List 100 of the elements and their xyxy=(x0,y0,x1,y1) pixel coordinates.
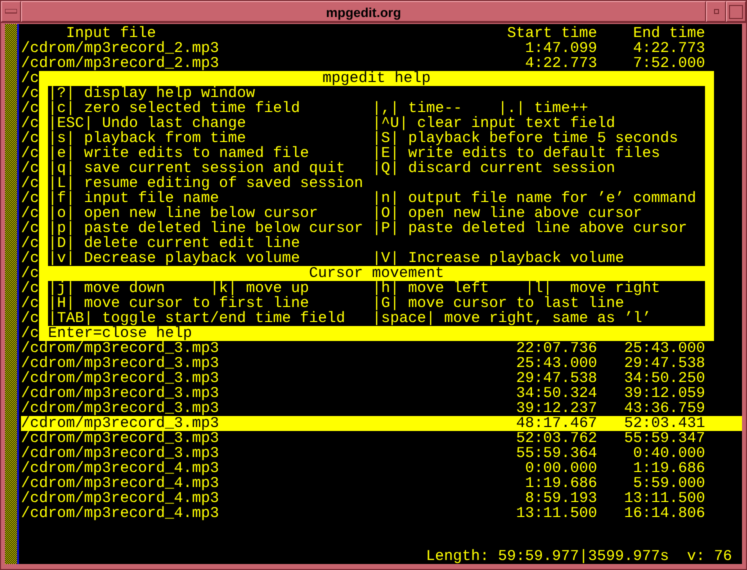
start-time: 8:59.193 xyxy=(525,490,598,507)
start-time: 29:47.538 xyxy=(516,370,598,387)
window-title: mpgedit.org xyxy=(21,1,706,22)
file-row[interactable]: /cdrom/mp3record_4.mp3 8:59.193 13:11.500 xyxy=(21,491,742,506)
file-name: /c xyxy=(21,326,40,341)
file-name: /cdrom/mp3record_3.mp3 xyxy=(21,445,220,462)
shortcut-text: |E| write edits to default files xyxy=(372,146,660,161)
end-time: 34:50.250 xyxy=(624,370,706,387)
start-time: 52:03.762 xyxy=(516,430,598,447)
file-name: /cdrom/mp3record_3.mp3 xyxy=(21,355,220,372)
file-row[interactable]: /cdrom/mp3record_3.mp3 25:43.000 29:47.538 xyxy=(21,356,742,371)
file-row[interactable]: /cdrom/mp3record_2.mp3 4:22.773 7:52.000 xyxy=(21,56,742,71)
maximize-icon xyxy=(729,4,743,18)
end-time: 7:52.000 xyxy=(633,55,706,72)
start-time: 0:00.000 xyxy=(525,460,598,477)
file-name: /c xyxy=(21,131,40,146)
start-time: 39:12.237 xyxy=(516,400,598,417)
file-name: /c xyxy=(21,101,40,116)
file-name: /cdrom/mp3record_4.mp3 xyxy=(21,505,220,522)
shortcut-text: |^U| clear input text field xyxy=(372,116,616,131)
file-row[interactable]: /cdrom/mp3record_3.mp3 52:03.762 55:59.347 xyxy=(21,431,742,446)
start-time: 4:22.773 xyxy=(525,55,598,72)
file-name: /c xyxy=(21,221,40,236)
file-row[interactable]: /cdrom/mp3record_3.mp3 22:07.736 25:43.000 xyxy=(21,341,742,356)
file-name: /cdrom/mp3record_3.mp3 xyxy=(21,400,220,417)
file-name: /c xyxy=(21,146,40,161)
start-time: 22:07.736 xyxy=(516,340,598,357)
status-text: Length: 59:59.977|3599.977s v: 76 xyxy=(426,549,732,564)
shortcut-text: |p| paste deleted line below cursor xyxy=(48,220,364,237)
maximize-button[interactable] xyxy=(726,1,746,22)
end-time: 29:47.538 xyxy=(624,355,706,372)
file-name: /cdrom/mp3record_4.mp3 xyxy=(21,460,220,477)
start-time: 48:17.467 xyxy=(516,415,598,432)
file-name: /cdrom/mp3record_2.mp3 xyxy=(21,55,220,72)
file-row[interactable]: /cdrom/mp3record_4.mp3 1:19.686 5:59.000 xyxy=(21,476,742,491)
column-header: Input file xyxy=(66,25,156,42)
window-menu-button[interactable] xyxy=(1,1,21,22)
start-time: 34:50.324 xyxy=(516,385,598,402)
shortcut-text: |S| playback before time 5 seconds xyxy=(372,131,678,146)
shortcut-text: |O| open new line above cursor xyxy=(372,206,642,221)
file-name: /c xyxy=(21,116,40,131)
file-name: /cdrom/mp3record_3.mp3 xyxy=(21,340,220,357)
file-name: /cdrom/mp3record_3.mp3 xyxy=(21,385,220,402)
column-header: Start time xyxy=(507,26,598,41)
shortcut-text: |L| resume editing of saved session xyxy=(48,175,364,192)
file-row[interactable]: /cdrom/mp3record_2.mp3 1:47.099 4:22.773 xyxy=(21,41,742,56)
shortcut-text: |q| save current session and quit xyxy=(48,160,346,177)
start-time: 1:47.099 xyxy=(525,40,598,57)
section-title: Cursor movement xyxy=(308,266,446,281)
shortcut-text: |f| input file name xyxy=(48,190,220,207)
selected-row[interactable]: /cdrom/mp3record_3.mp3 48:17.467 52:03.431 xyxy=(21,416,742,431)
shortcut-text: |o| open new line below cursor xyxy=(48,205,318,222)
dialog-title: mpgedit help xyxy=(322,71,432,86)
file-row[interactable]: /cdrom/mp3record_4.mp3 0:00.000 1:19.686 xyxy=(21,461,742,476)
shortcut-text: |e| write edits to named file xyxy=(48,145,310,162)
dialog-footer: Enter=close help xyxy=(48,326,706,341)
shortcut-text: |h| move left |l| move right xyxy=(372,281,660,296)
shortcut-text: |Q| discard current session xyxy=(372,161,616,176)
shortcut-text: |ESC| Undo last change xyxy=(48,115,246,132)
shortcut-text: |space| move right, same as ’l’ xyxy=(372,311,652,326)
file-name: /c xyxy=(21,236,40,251)
shortcut-text: |?| display help window xyxy=(48,85,256,102)
end-time: 43:36.759 xyxy=(624,400,706,417)
end-time: 25:43.000 xyxy=(624,340,706,357)
file-name: /c xyxy=(21,266,40,281)
file-row[interactable]: /cdrom/mp3record_4.mp3 13:11.500 16:14.806 xyxy=(21,506,742,521)
file-name: /cdrom/mp3record_4.mp3 xyxy=(21,475,220,492)
file-name: /c xyxy=(21,296,40,311)
shortcut-text: |s| playback from time xyxy=(48,130,246,147)
start-time: 13:11.500 xyxy=(516,505,598,522)
file-row[interactable]: /cdrom/mp3record_3.mp3 39:12.237 43:36.759 xyxy=(21,401,742,416)
file-name: /c xyxy=(21,206,40,221)
file-name: /c xyxy=(21,86,40,101)
shortcut-text: |v| Decrease playback volume xyxy=(48,250,300,267)
file-name: /c xyxy=(21,71,40,86)
file-name: /c xyxy=(21,176,40,191)
end-time: 5:59.000 xyxy=(633,475,706,492)
shortcut-text: |TAB| toggle start/end time field xyxy=(48,310,346,327)
file-name: /cdrom/mp3record_2.mp3 xyxy=(21,40,220,57)
start-time: 25:43.000 xyxy=(516,355,598,372)
end-time: 16:14.806 xyxy=(624,505,706,522)
shortcut-text: |j| move down |k| move up xyxy=(48,280,310,297)
file-name: /cdrom/mp3record_3.mp3 xyxy=(21,430,220,447)
file-name: /cdrom/mp3record_3.mp3 xyxy=(21,415,220,432)
file-name: /c xyxy=(21,281,40,296)
file-name: /c xyxy=(21,191,40,206)
scrollbar[interactable] xyxy=(5,24,17,564)
column-header: End time xyxy=(632,26,706,41)
minimize-icon xyxy=(714,9,718,14)
file-name: /c xyxy=(21,161,40,176)
shortcut-text: |,| time-- |.| time++ xyxy=(372,101,588,116)
minimize-button[interactable] xyxy=(706,1,726,22)
file-row[interactable]: /cdrom/mp3record_3.mp3 29:47.538 34:50.250 xyxy=(21,371,742,386)
file-name: /c xyxy=(21,311,40,326)
shortcut-text: |n| output file name for ’e’ command xyxy=(372,191,696,206)
shortcut-text: |D| delete current edit line xyxy=(48,235,300,252)
end-time: 1:19.686 xyxy=(633,460,706,477)
file-row[interactable]: /cdrom/mp3record_3.mp3 34:50.324 39:12.059 xyxy=(21,386,742,401)
file-row[interactable]: /cdrom/mp3record_3.mp3 55:59.364 0:40.000 xyxy=(21,446,742,461)
end-time: 55:59.347 xyxy=(624,430,706,447)
